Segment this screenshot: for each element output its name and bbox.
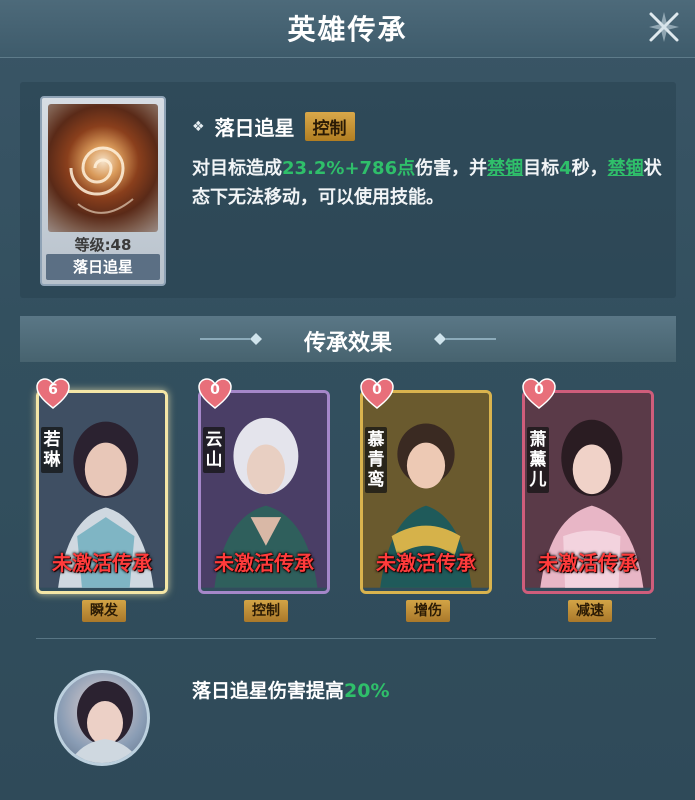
- skill-panel: 等级:48 落日追星 ❖ 落日追星 控制 对目标造成23.2%+786点伤害，并…: [20, 82, 676, 298]
- skill-card[interactable]: 等级:48 落日追星: [40, 96, 166, 286]
- diamond-icon: ❖: [192, 118, 205, 135]
- inherit-title: 传承效果: [303, 331, 392, 356]
- hero-card[interactable]: 慕青鸾 未激活传承: [360, 390, 492, 594]
- effect-description: 落日追星伤害提高20%: [192, 676, 390, 703]
- hero-tag: 瞬发: [82, 600, 126, 622]
- hero-list: 若琳 未激活传承 6 瞬发 云山 未激活传承 0 控制 慕青鸾 未激活传承 0 …: [36, 378, 656, 624]
- effect-text-prefix: 落日追星伤害提高: [192, 680, 345, 702]
- hero-name: 慕青鸾: [365, 427, 387, 493]
- skill-header: ❖ 落日追星 控制: [192, 112, 355, 141]
- effect-value: 20%: [344, 680, 390, 702]
- ornament-right-icon: [434, 333, 496, 345]
- skill-name: 落日追星: [214, 116, 295, 140]
- skill-tag: 控制: [304, 112, 355, 141]
- desc-text: 目标: [523, 158, 560, 179]
- hero-status: 未激活传承: [538, 551, 638, 575]
- hero-card[interactable]: 若琳 未激活传承: [36, 390, 168, 594]
- hero-card[interactable]: 萧薰儿 未激活传承: [522, 390, 654, 594]
- desc-text: 对目标造成: [192, 158, 282, 179]
- hero-slot-3[interactable]: 慕青鸾 未激活传承 0 增伤: [360, 378, 492, 624]
- effect-hero-avatar[interactable]: [54, 670, 150, 766]
- keyword-link-imprison[interactable]: 禁锢: [487, 158, 523, 179]
- hero-name: 云山: [203, 427, 225, 473]
- hero-tag: 控制: [244, 600, 288, 622]
- hero-status: 未激活传承: [52, 551, 152, 575]
- affinity-count: 0: [210, 382, 220, 398]
- skill-card-name: 落日追星: [46, 254, 160, 280]
- desc-damage: 23.2%+786点: [282, 158, 416, 179]
- hero-status: 未激活传承: [376, 551, 476, 575]
- hero-tag: 减速: [568, 600, 612, 622]
- desc-seconds: 4: [559, 158, 572, 179]
- hero-name: 若琳: [41, 427, 63, 473]
- hero-status: 未激活传承: [214, 551, 314, 575]
- close-icon[interactable]: [647, 10, 681, 44]
- avatar-portrait: [69, 681, 141, 763]
- skill-description: 对目标造成23.2%+786点伤害，并禁锢目标4秒，禁锢状态下无法移动，可以使用…: [192, 154, 662, 212]
- affinity-count: 6: [48, 382, 58, 398]
- affinity-count: 0: [372, 382, 382, 398]
- skill-level: 等级:48: [74, 236, 132, 254]
- keyword-link-imprison[interactable]: 禁锢: [608, 158, 644, 179]
- skill-icon: [48, 104, 158, 232]
- desc-text: 伤害，并: [415, 158, 488, 179]
- inherit-header: 传承效果: [20, 316, 676, 362]
- hero-card[interactable]: 云山 未激活传承: [198, 390, 330, 594]
- hero-slot-4[interactable]: 萧薰儿 未激活传承 0 减速: [522, 378, 654, 624]
- affinity-count: 0: [534, 382, 544, 398]
- hero-slot-1[interactable]: 若琳 未激活传承 6 瞬发: [36, 378, 168, 624]
- desc-text: 秒，: [571, 158, 608, 179]
- window-title: 英雄传承: [287, 13, 408, 46]
- divider: [36, 638, 656, 639]
- title-bar: 英雄传承: [0, 0, 695, 58]
- hero-slot-2[interactable]: 云山 未激活传承 0 控制: [198, 378, 330, 624]
- hero-name: 萧薰儿: [527, 427, 549, 493]
- hero-tag: 增伤: [406, 600, 450, 622]
